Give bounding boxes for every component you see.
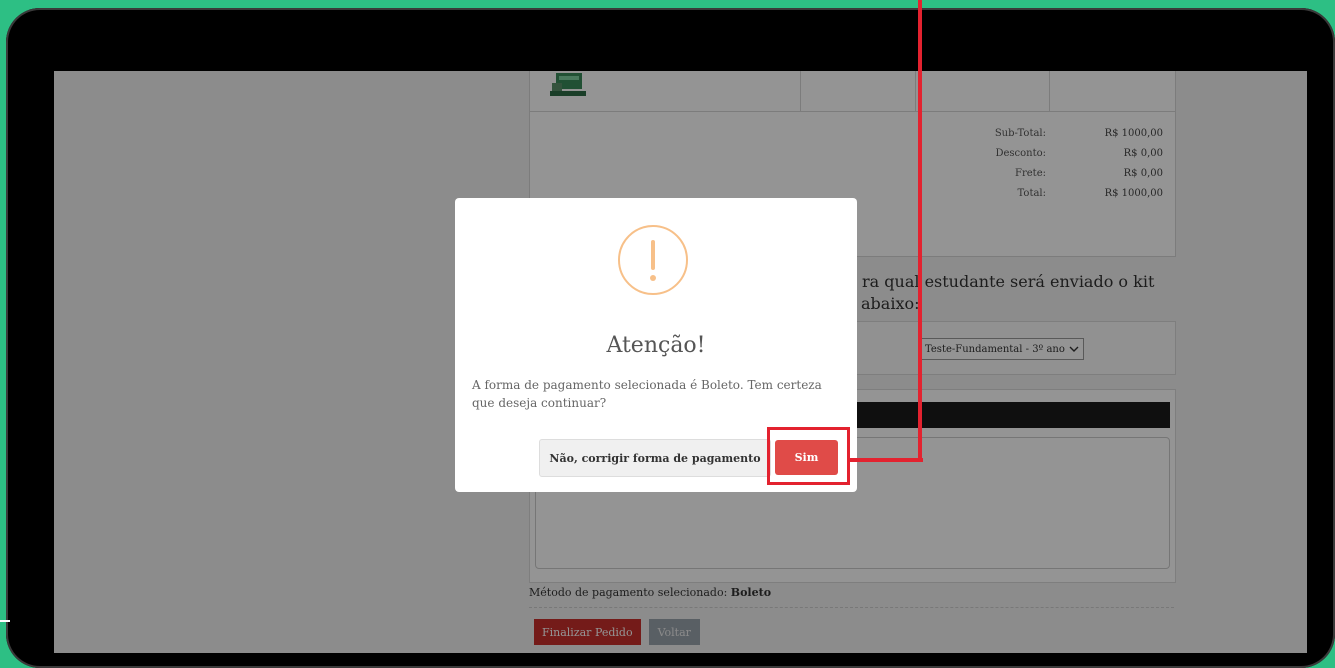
left-edge-mark: [0, 620, 10, 622]
cancel-button[interactable]: Não, corrigir forma de pagamento: [539, 439, 771, 477]
highlight-pointer-line: [849, 458, 923, 462]
dialog-message: A forma de pagamento selecionada é Bolet…: [472, 378, 822, 410]
warning-icon: [618, 225, 688, 295]
confirm-highlight-box: [767, 427, 850, 485]
warning-icon-bar: [651, 240, 655, 270]
highlight-pointer-line-vertical: [918, 0, 922, 462]
warning-icon-dot: [650, 275, 656, 281]
dialog-title: Atenção!: [606, 333, 706, 358]
